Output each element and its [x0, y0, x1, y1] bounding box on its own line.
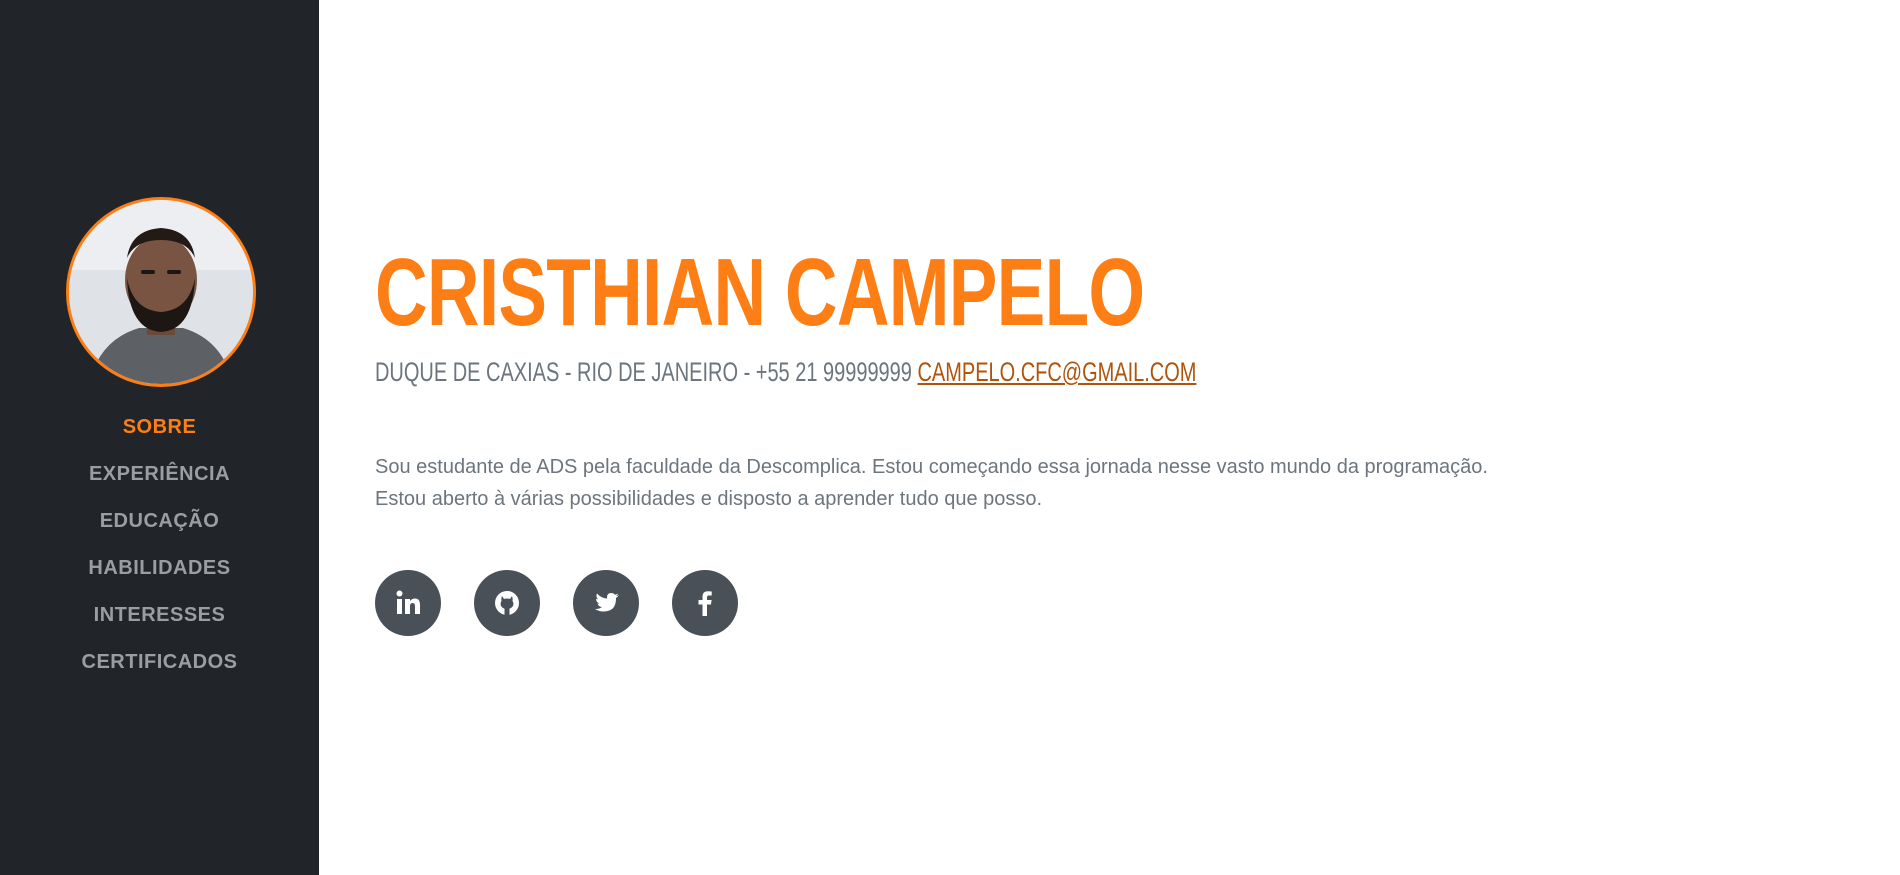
email-link[interactable]: CAMPELO.CFC@GMAIL.COM	[917, 357, 1196, 387]
twitter-button[interactable]	[573, 570, 639, 636]
sidebar: SOBRE EXPERIÊNCIA EDUCAÇÃO HABILIDADES I…	[0, 0, 319, 875]
page-title: CRISTHIAN CAMPELO	[375, 239, 1145, 346]
github-button[interactable]	[474, 570, 540, 636]
avatar[interactable]	[66, 197, 256, 387]
linkedin-icon	[396, 590, 420, 614]
profile-photo-icon	[69, 200, 253, 384]
twitter-icon	[595, 593, 619, 612]
contact-line: DUQUE DE CAXIAS - RIO DE JANEIRO - +55 2…	[375, 355, 1196, 389]
facebook-icon	[698, 591, 712, 616]
bio-line-2: Estou aberto à várias possibilidades e d…	[375, 488, 1043, 510]
nav-item-habilidades[interactable]: HABILIDADES	[0, 553, 319, 600]
nav-item-experiencia[interactable]: EXPERIÊNCIA	[0, 459, 319, 506]
nav-item-sobre[interactable]: SOBRE	[0, 412, 319, 459]
sidebar-nav: SOBRE EXPERIÊNCIA EDUCAÇÃO HABILIDADES I…	[0, 412, 319, 694]
facebook-button[interactable]	[672, 570, 738, 636]
bio-line-1: Sou estudante de ADS pela faculdade da D…	[375, 456, 1488, 478]
bio: Sou estudante de ADS pela faculdade da D…	[375, 451, 1675, 515]
linkedin-button[interactable]	[375, 570, 441, 636]
github-icon	[495, 591, 519, 615]
social-links	[375, 570, 771, 636]
location-phone: DUQUE DE CAXIAS - RIO DE JANEIRO - +55 2…	[375, 357, 912, 387]
nav-item-interesses[interactable]: INTERESSES	[0, 600, 319, 647]
nav-item-certificados[interactable]: CERTIFICADOS	[0, 647, 319, 694]
nav-item-educacao[interactable]: EDUCAÇÃO	[0, 506, 319, 553]
